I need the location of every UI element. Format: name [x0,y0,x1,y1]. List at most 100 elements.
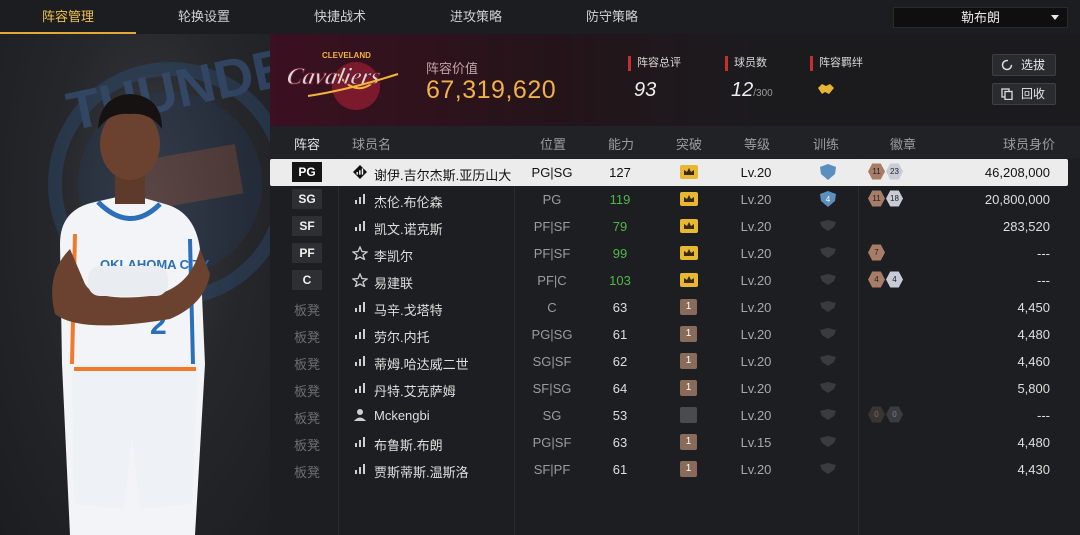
handshake-icon [818,84,834,94]
cavaliers-logo: CLEVELAND Cavaliers [288,51,399,110]
bench-label: 板凳 [294,465,321,480]
training-shield-icon: 4 [820,191,836,207]
table-row[interactable]: 板凳 贾斯蒂斯.温斯洛 SF|PF 61 1 Lv.20 4,430 [270,456,1068,483]
player-salary: 4,430 [1017,462,1050,477]
table-row[interactable]: 板凳 劳尔.内托 PG|SG 61 1 Lv.20 4,480 [270,321,1068,348]
table-header: 阵容 球员名 位置 能力 突破 等级 训练 徽章 球员身价 [270,126,1080,158]
training-shield-empty-icon [820,355,836,366]
table-row[interactable]: SG 杰伦.布伦森 PG 119 Lv.20 4 11 18 20,800,000 [270,186,1068,213]
crown-icon [680,246,698,260]
tab-quick-tactics[interactable]: 快捷战术 [272,0,408,34]
player-name[interactable]: 谢伊.吉尔杰斯.亚历山大 [374,165,511,184]
stat-players-label: 球员数 [725,56,773,71]
player-position: PG|SF [532,435,572,450]
training-shield-empty-icon [820,328,836,339]
col-position[interactable]: 位置 [540,134,566,153]
player-name[interactable]: 贾斯蒂斯.温斯洛 [374,462,469,481]
training-shield-empty-icon [820,220,836,231]
player-salary: --- [1037,246,1050,261]
table-row[interactable]: 板凳 Mckengbi SG 53 Lv.20 0 0 --- [270,402,1068,429]
breakthrough-tier: 1 [680,461,697,477]
logo-top-text: CLEVELAND [322,51,371,60]
player-level: Lv.20 [740,381,772,396]
training-shield-empty-icon [820,301,836,312]
player-level: Lv.20 [740,273,772,288]
signal-bars-icon [355,437,365,447]
col-badges[interactable]: 徽章 [890,134,916,153]
slot-badge: PG [292,162,322,182]
player-name[interactable]: 杰伦.布伦森 [374,192,443,211]
tab-rotation[interactable]: 轮换设置 [136,0,272,34]
crown-icon [680,165,698,179]
signal-bars-icon [355,194,365,204]
recycle-button[interactable]: 回收 [992,83,1056,105]
player-name[interactable]: 劳尔.内托 [374,327,430,346]
player-count: 12 [731,79,754,101]
chevron-down-icon [1051,15,1059,20]
player-ability: 119 [609,192,631,207]
training-shield-empty-icon [820,409,836,420]
col-slot[interactable]: 阵容 [294,134,320,153]
player-portrait: THUNDER OKLAHOMA CITY 2 [48,34,270,535]
player-salary: 20,800,000 [984,192,1050,207]
player-salary: 4,450 [1017,300,1050,315]
table-row[interactable]: 板凳 布鲁斯.布朗 PG|SF 63 1 Lv.15 4,480 [270,429,1068,456]
table-row[interactable]: C 易建联 PF|C 103 Lv.20 4 4 --- [270,267,1068,294]
training-level: 4 [826,195,831,204]
col-level[interactable]: 等级 [744,134,770,153]
badge-hex: 0 [886,406,903,423]
table-row[interactable]: PF 李凯尔 PF|SF 99 Lv.20 7 --- [270,240,1068,267]
col-training[interactable]: 训练 [813,134,839,153]
badge-hex: 11 [868,190,885,207]
breakthrough-tier: 1 [680,380,697,396]
tab-offense[interactable]: 进攻策略 [408,0,544,34]
player-name[interactable]: 丹特.艾克萨姆 [374,381,456,400]
crown-icon [680,219,698,233]
training-shield-empty-icon [820,436,836,447]
table-row[interactable]: 板凳 丹特.艾克萨姆 SF|SG 64 1 Lv.20 5,800 [270,375,1068,402]
signal-bars-icon [355,383,365,393]
player-position: SG|SF [532,354,572,369]
col-breakthrough[interactable]: 突破 [676,134,702,153]
signal-bars-icon [355,356,365,366]
player-name[interactable]: 马辛.戈塔特 [374,300,443,319]
player-ability: 61 [612,327,628,342]
player-salary: 4,480 [1017,435,1050,450]
table-row[interactable]: PG 谢伊.吉尔杰斯.亚历山大 PG|SG 127 Lv.20 11 23 46,208,00… [270,159,1068,186]
player-level: Lv.20 [740,165,772,180]
player-name[interactable]: 蒂姆.哈达威二世 [374,354,469,373]
tab-roster[interactable]: 阵容管理 [0,0,136,34]
team-select-value: 勒布朗 [960,10,1000,25]
recycle-button-label: 回收 [1021,87,1046,101]
table-row[interactable]: 板凳 马辛.戈塔特 C 63 1 Lv.20 4,450 [270,294,1068,321]
player-position: PF|SF [533,246,571,261]
select-button[interactable]: 选拔 [992,54,1056,76]
player-position: PF|SF [533,219,571,234]
team-select-dropdown[interactable]: 勒布朗 [893,7,1068,28]
col-name[interactable]: 球员名 [352,134,391,153]
logo-team-name: Cavaliers [288,63,383,90]
training-shield-icon [820,164,836,180]
tab-defense[interactable]: 防守策略 [544,0,680,34]
bench-label: 板凳 [294,411,321,426]
signal-bars-icon [355,221,365,231]
player-name[interactable]: 布鲁斯.布朗 [374,435,443,454]
badge-hex: 7 [868,244,885,261]
stat-overall-value: 93 [634,79,657,101]
col-salary[interactable]: 球员身价 [1003,134,1055,153]
player-name[interactable]: Mckengbi [374,408,430,423]
col-ability[interactable]: 能力 [608,134,634,153]
badge-hex: 0 [868,406,885,423]
player-name[interactable]: 李凯尔 [374,246,413,265]
player-name[interactable]: 凯文.诺克斯 [374,219,443,238]
stat-bonds-label: 阵容羁绊 [810,56,863,71]
refresh-icon [1001,59,1013,71]
table-row[interactable]: SF 凯文.诺克斯 PF|SF 79 Lv.20 283,520 [270,213,1068,240]
star-icon [352,273,368,287]
signal-diamond-icon [353,165,367,179]
table-row[interactable]: 板凳 蒂姆.哈达威二世 SG|SF 62 1 Lv.20 4,460 [270,348,1068,375]
stat-bonds: 阵容羁绊 [810,56,863,103]
player-name[interactable]: 易建联 [374,273,413,292]
player-salary: 5,800 [1017,381,1050,396]
player-ability: 127 [609,165,631,180]
